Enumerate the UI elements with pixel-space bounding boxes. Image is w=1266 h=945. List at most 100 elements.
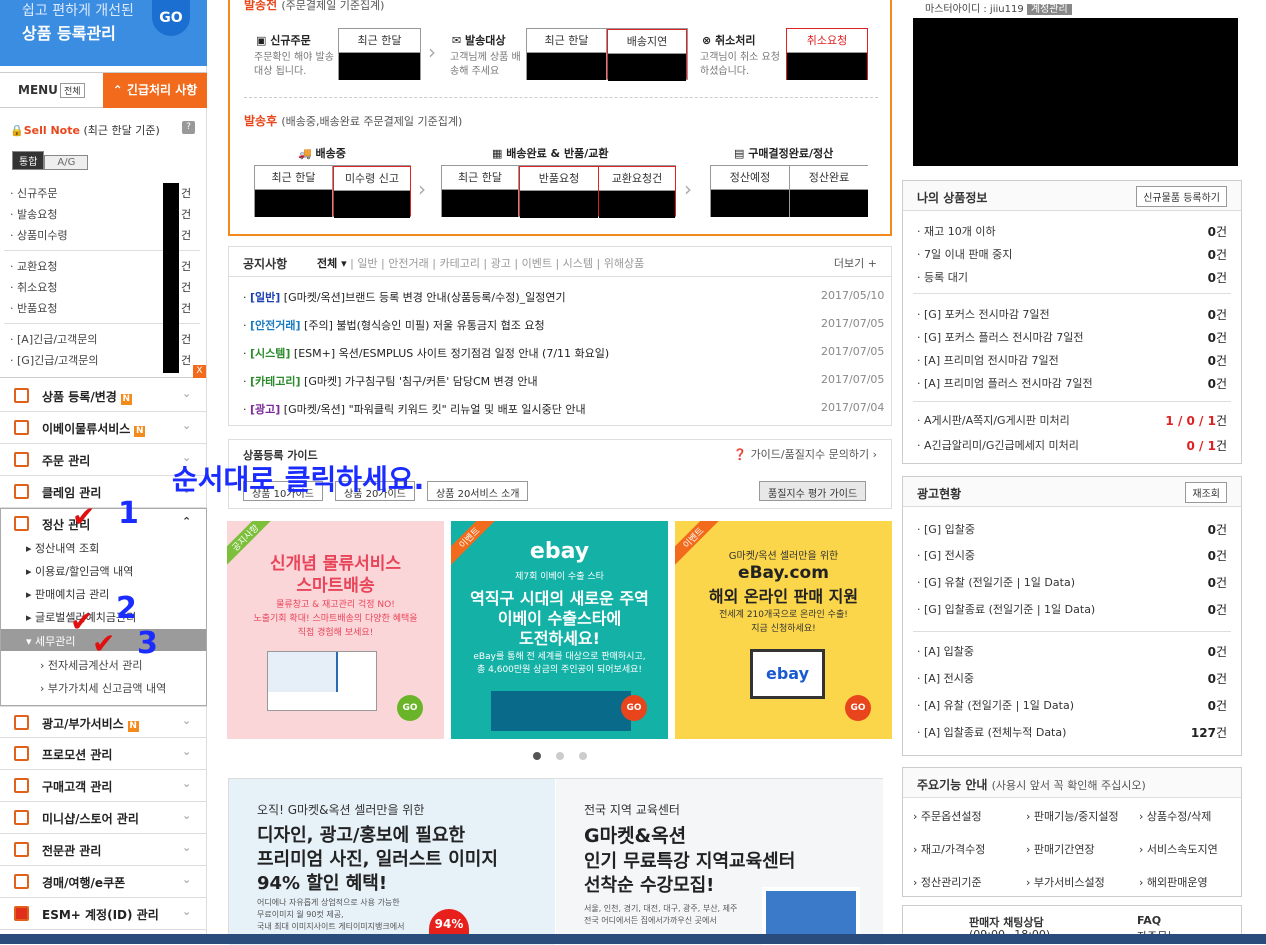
product-register-banner[interactable]: 쉽고 편하게 개선된 상품 등록관리 GO	[0, 0, 207, 66]
shipping-recent-box[interactable]: 최근 한달	[255, 166, 333, 217]
new-order-recent-box[interactable]: 최근 한달	[338, 28, 421, 80]
sidebar-item-product-register[interactable]: 상품 등록/변경 N ⌄	[0, 380, 207, 412]
list-item[interactable]: · 신규주문	[10, 183, 68, 204]
ad-status-count[interactable]: 127건	[1191, 724, 1227, 741]
banner-ebay-com[interactable]: 이벤트 G마켓/옥션 셀러만을 위한 eBay.com 해외 온라인 판매 지원…	[675, 521, 892, 739]
close-icon[interactable]: X	[193, 365, 206, 378]
help-icon[interactable]: ?	[182, 121, 195, 134]
product-info-item[interactable]: · [G] 포커스 플러스 전시마감 7일전	[917, 329, 1084, 345]
urgent-tab[interactable]: ⌃ 긴급처리 사항	[103, 73, 207, 108]
exchange-request-box[interactable]: 교환요청건	[598, 166, 676, 218]
list-item[interactable]: · 반품요청	[10, 298, 57, 319]
guide-inquiry-link[interactable]: ❓ 가이드/품질지수 문의하기 ›	[733, 446, 877, 462]
tab-all[interactable]: 전체 ▾	[317, 257, 347, 270]
banner-smart-delivery[interactable]: 공지사항 신개념 물류서비스 스마트배송 물류창고 & 재고관리 걱정 NO! …	[227, 521, 444, 739]
urgent-unprocessed[interactable]: · A긴급알리미/G긴급메세지 미처리	[917, 437, 1079, 453]
product-info-item[interactable]: · [A] 프리미엄 전시마감 7일전	[917, 352, 1059, 368]
settle-expected-box[interactable]: 정산예정	[711, 166, 790, 217]
urgent-count[interactable]: 0 / 1건	[1187, 437, 1227, 454]
notice-row[interactable]: · [안전거래] [주의] 불법(형식승인 미필) 저울 유통금지 협조 요청 2…	[243, 317, 884, 333]
refresh-button[interactable]: 재조회	[1185, 482, 1227, 503]
card-go-button[interactable]: GO	[621, 695, 647, 721]
promo-education-center[interactable]: 전국 지역 교육센터 G마켓&옥션 인기 무료특강 지역교육센터 선착순 수강모…	[556, 779, 883, 945]
sidebar-item-promotion[interactable]: 프로모션 관리 ⌄	[0, 738, 207, 770]
ad-status-count[interactable]: 0건	[1208, 601, 1227, 618]
carousel-dot-1[interactable]	[533, 752, 541, 760]
product-info-item[interactable]: · [A] 프리미엄 플러스 전시마감 7일전	[917, 375, 1093, 391]
product-info-count[interactable]: 0건	[1208, 329, 1227, 346]
video-player[interactable]	[913, 18, 1238, 166]
feature-link[interactable]: › 재고/가격수정	[913, 841, 985, 857]
sidebar-item-ebay-logistics[interactable]: 이베이물류서비스 N ⌄	[0, 412, 207, 444]
list-item[interactable]: · 취소요청	[10, 277, 57, 298]
promo-image-discount[interactable]: 오직! G마켓&옥션 셀러만을 위한 디자인, 광고/홍보에 필요한 프리미엄 …	[229, 779, 555, 945]
banner-export-star[interactable]: 이벤트 ebay 제7회 이베이 수출 스타 역직구 시대의 새로운 주역 이베…	[451, 521, 668, 739]
tab-event[interactable]: 이벤트	[522, 257, 552, 270]
product-info-count[interactable]: 0건	[1208, 223, 1227, 240]
return-request-box[interactable]: 반품요청	[519, 166, 598, 218]
tab-general[interactable]: 일반	[357, 257, 377, 270]
ad-status-count[interactable]: 0건	[1208, 574, 1227, 591]
sidebar-item-customers[interactable]: 구매고객 관리 ⌄	[0, 770, 207, 802]
ship-delay-box[interactable]: 배송지연	[607, 29, 687, 81]
faq-link[interactable]: FAQ	[1137, 914, 1161, 927]
ad-status-count[interactable]: 0건	[1208, 670, 1227, 687]
ad-status-item[interactable]: · [A] 입찰종료 (전체누적 Data)	[917, 724, 1066, 740]
notice-row[interactable]: · [광고] [G마켓/옥션] "파워클릭 키워드 킷" 리뉴얼 및 배포 일시…	[243, 401, 884, 417]
notice-row[interactable]: · [카테고리] [G마켓] 가구침구팀 '침구/커튼' 담당CM 변경 안내 2…	[243, 373, 884, 389]
ad-status-item[interactable]: · [G] 입찰종료 (전일기준 | 1일 Data)	[917, 601, 1095, 617]
sidebar-item-specialty[interactable]: 전문관 관리 ⌄	[0, 834, 207, 866]
submenu-sales-deposit[interactable]: ▸ 판매예치금 관리	[26, 586, 109, 602]
card-go-button[interactable]: GO	[845, 695, 871, 721]
list-item[interactable]: · [G]긴급/고객문의	[10, 350, 99, 371]
board-unprocessed[interactable]: · A게시판/A쪽지/G게시판 미처리	[917, 412, 1070, 428]
tab-category[interactable]: 카테고리	[439, 257, 479, 270]
list-item[interactable]: · 교환요청	[10, 256, 57, 277]
product-info-count[interactable]: 0건	[1208, 306, 1227, 323]
carousel-dot-3[interactable]	[579, 752, 587, 760]
ad-status-count[interactable]: 0건	[1208, 643, 1227, 660]
card-go-button[interactable]: GO	[397, 695, 423, 721]
notice-row[interactable]: · [시스템] [ESM+] 옥션/ESMPLUS 사이트 정기점검 일정 안내…	[243, 345, 884, 361]
list-item[interactable]: · [A]긴급/고객문의	[10, 329, 99, 350]
feature-link[interactable]: › 해외판매운영	[1139, 874, 1208, 890]
guide-button-3[interactable]: 상품 20서비스 소개	[427, 481, 529, 501]
product-info-item[interactable]: · 등록 대기	[917, 269, 968, 285]
sidebar-item-minishop[interactable]: 미니샵/스토어 관리 ⌄	[0, 802, 207, 834]
sidebar-item-auction-travel[interactable]: 경매/여행/e쿠폰 ⌄	[0, 866, 207, 898]
feature-link[interactable]: › 서비스속도지연	[1139, 841, 1218, 857]
board-count[interactable]: 1 / 0 / 1건	[1165, 412, 1227, 429]
product-info-item[interactable]: · 재고 10개 이하	[917, 223, 996, 239]
sidebar-item-ad-service[interactable]: 광고/부가서비스 N ⌄	[0, 706, 207, 738]
submenu-settlement-history[interactable]: ▸ 정산내역 조회	[26, 540, 99, 556]
settle-done-box[interactable]: 정산완료	[790, 166, 868, 217]
delivered-recent-box[interactable]: 최근 한달	[442, 166, 519, 217]
ad-status-item[interactable]: · [G] 전시중	[917, 547, 975, 563]
tab-ad[interactable]: 광고	[491, 257, 511, 270]
ship-recent-box[interactable]: 최근 한달	[527, 29, 607, 80]
ad-status-item[interactable]: · [G] 입찰중	[917, 521, 975, 537]
feature-link[interactable]: › 정산관리기준	[913, 874, 982, 890]
ad-status-item[interactable]: · [A] 전시중	[917, 670, 974, 686]
carousel-dot-2[interactable]	[556, 752, 564, 760]
product-info-count[interactable]: 0건	[1208, 352, 1227, 369]
product-info-item[interactable]: · 7일 이내 판매 중지	[917, 246, 1012, 262]
tab-system[interactable]: 시스템	[563, 257, 593, 270]
ad-status-count[interactable]: 0건	[1208, 547, 1227, 564]
feature-link[interactable]: › 판매기간연장	[1026, 841, 1095, 857]
sidebar-item-esm-account[interactable]: ESM+ 계정(ID) 관리 ⌄	[0, 898, 207, 930]
product-info-count[interactable]: 0건	[1208, 269, 1227, 286]
ad-status-item[interactable]: · [A] 유찰 (전일기준 | 1일 Data)	[917, 697, 1074, 713]
account-manage-button[interactable]: 계정관리	[1026, 4, 1072, 15]
cancel-request-box[interactable]: 취소요청	[786, 28, 868, 80]
product-info-count[interactable]: 0건	[1208, 246, 1227, 263]
menu-all-button[interactable]: 전체	[60, 83, 85, 98]
sidebar-item-settlement[interactable]: 정산 관리 ⌃	[0, 508, 207, 540]
ad-status-count[interactable]: 0건	[1208, 521, 1227, 538]
product-info-item[interactable]: · [G] 포커스 전시마감 7일전	[917, 306, 1050, 322]
feature-link[interactable]: › 주문옵션설정	[913, 808, 982, 824]
tab-safe-trade[interactable]: 안전거래	[388, 257, 428, 270]
feature-link[interactable]: › 부가서비스설정	[1026, 874, 1105, 890]
tab-hazard[interactable]: 위해상품	[604, 257, 644, 270]
submenu-fee-discount[interactable]: ▸ 이용료/할인금액 내역	[26, 563, 133, 579]
